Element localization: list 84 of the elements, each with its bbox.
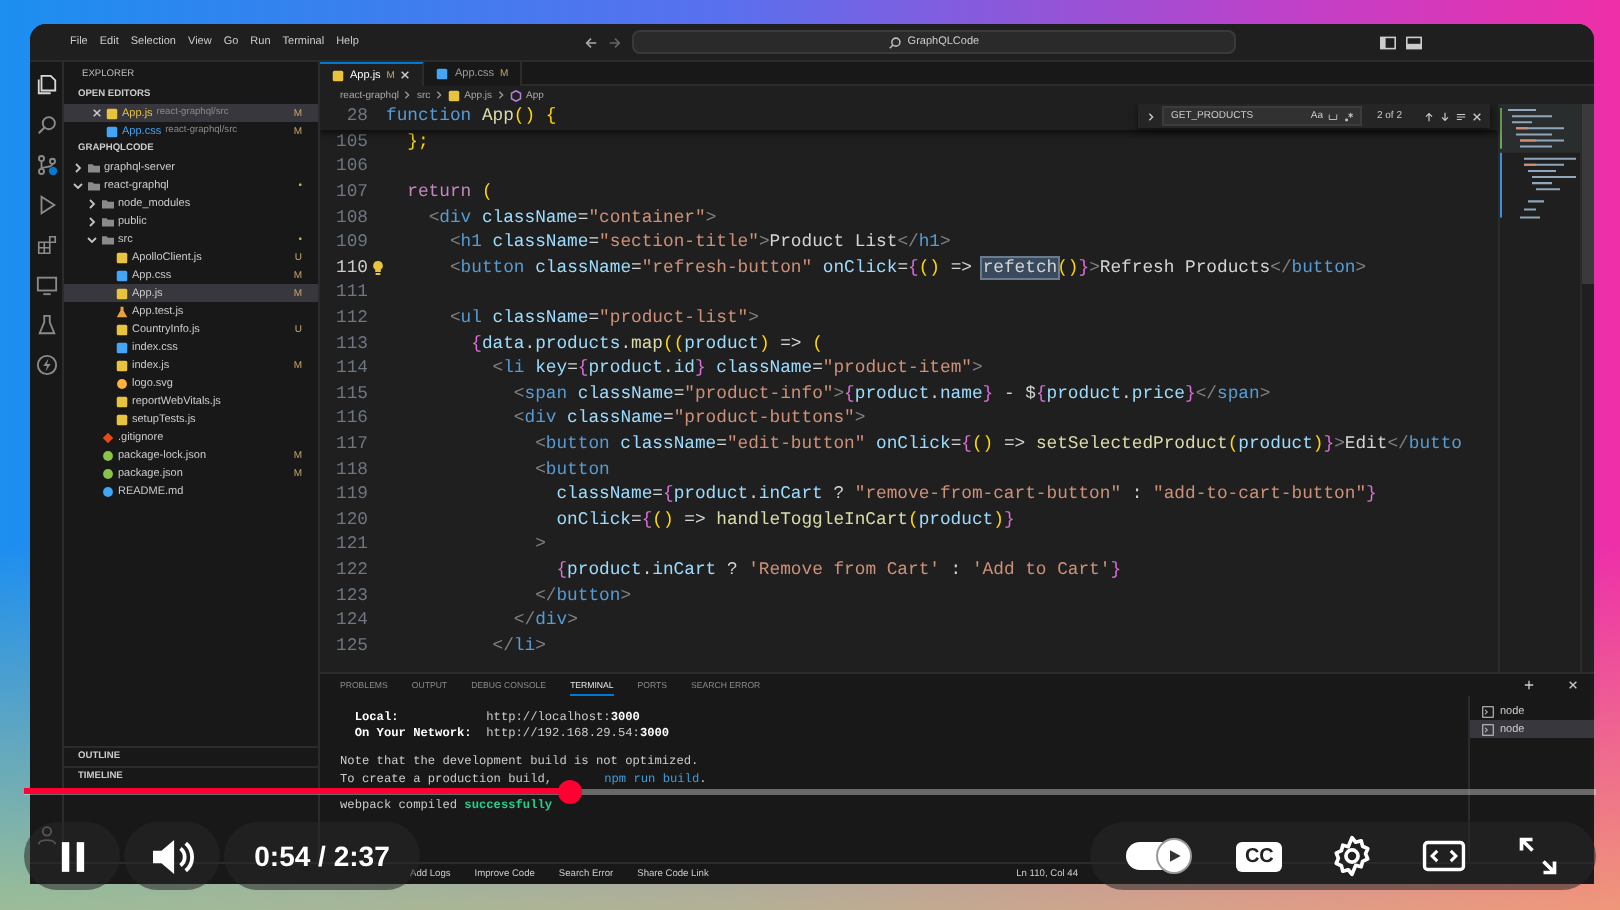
line-number: 117 [334,434,368,455]
back-arrow-icon[interactable] [583,35,598,49]
lightning-icon[interactable] [35,354,57,376]
line-number: 121 [334,534,368,555]
regex-icon[interactable] [1344,111,1355,121]
code-line: <ul className="product-list"> [449,308,759,329]
settings-icon[interactable] [1330,834,1375,878]
code-line: <span className="product-info">{product.name} - ${product.price}</span> [513,383,1271,404]
volume-button[interactable] [124,822,220,890]
code-line: {product.inCart ? 'Remove from Cart' : 'Add to Cart'} [556,559,1122,580]
chevron-icon [402,90,413,100]
code-line: </div> [513,610,578,631]
plus-icon[interactable] [1524,680,1534,690]
code-line: <li key={product.id} className="product-item"> [492,358,983,379]
volume-icon [150,837,194,875]
flask-icon[interactable] [35,314,57,336]
chevron-icon [496,90,507,100]
code-line: </li> [492,635,546,656]
whole-word-icon[interactable] [1328,111,1339,121]
line-number: 116 [334,408,368,429]
branch-icon[interactable] [35,154,57,176]
line-number: 118 [334,459,368,480]
line-number: 125 [334,635,368,656]
run-debug-icon[interactable] [35,194,57,216]
search-icon[interactable] [35,114,57,136]
line-number: 111 [334,282,368,303]
line-number: 109 [334,232,368,253]
close-icon[interactable] [400,70,411,80]
line-number: 107 [334,182,368,203]
extensions-icon[interactable] [35,234,57,256]
code-line: <button [535,459,610,480]
line-number: 115 [334,383,368,404]
line-number: 119 [334,484,368,505]
diamond-icon [102,431,114,443]
code-line: <div className="container"> [428,207,717,228]
line-number: 113 [334,333,368,354]
line-number: 110 [334,257,368,278]
list-icon[interactable] [1456,111,1466,121]
close-icon[interactable] [1472,111,1482,121]
code-line: }; [407,131,429,152]
panel-layout-icon[interactable] [1406,35,1422,49]
code-line: </button> [535,585,632,606]
pause-icon [59,841,85,871]
code-line: onClick={() => handleToggleInCart(product)} [556,509,1015,530]
code-line: return ( [407,182,493,203]
lightbulb-icon[interactable] [371,259,383,276]
code-line: <div className="product-buttons"> [513,408,866,429]
line-number: 123 [334,585,368,606]
code-line: className={product.inCart ? "remove-from-cart-button" : "add-to-cart-button"} [556,484,1377,505]
chevron-icon [434,90,445,100]
autoplay-toggle[interactable] [1126,842,1189,870]
cube-icon [510,89,523,101]
file-icon [332,69,344,81]
fullscreen-icon[interactable] [1515,834,1560,878]
files-icon[interactable] [35,74,57,96]
monitor-icon[interactable] [35,274,57,296]
line-number: 108 [334,207,368,228]
code-line: <h1 className="section-title">Product List</h1> [449,232,951,253]
close-icon[interactable] [92,108,102,118]
code-line: <button className="refresh-button" onClick={() => refetch()}>Refresh Products</button> [449,257,1367,278]
code-line: <button className="edit-button" onClick={() => setSelectedProduct(product)}>Edit</butto [535,434,1463,455]
line-number: 28 [344,106,368,127]
code-line: > [535,534,546,555]
line-number: 120 [334,509,368,530]
code-line: {data.products.map((product) => ( [471,333,823,354]
search-icon [887,35,902,49]
time-display: 0:54 / 2:37 [254,840,390,872]
code-line: function App() { [386,106,557,127]
line-number: 112 [334,308,368,329]
line-number: 122 [334,559,368,580]
line-number: 105 [334,131,368,152]
terminal-icon [1482,723,1494,735]
arrow-down-icon[interactable] [1440,111,1450,121]
line-number: 106 [334,156,368,177]
pause-button[interactable] [24,822,120,890]
forward-arrow-icon[interactable] [607,35,622,49]
close-icon[interactable] [1568,680,1578,690]
arrow-up-icon[interactable] [1424,111,1434,121]
line-number: 124 [334,610,368,631]
terminal-icon [1482,705,1494,717]
sidebar-layout-icon[interactable] [1380,35,1396,49]
captions-button[interactable]: CC [1236,841,1282,871]
line-number: 114 [334,358,368,379]
chevron-icon[interactable] [1146,111,1157,121]
